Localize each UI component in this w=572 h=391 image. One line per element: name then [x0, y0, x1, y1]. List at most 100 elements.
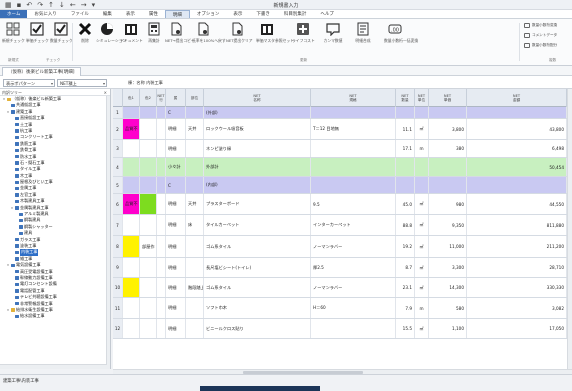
cell-c1[interactable] — [123, 236, 140, 257]
menu-item[interactable]: 下書き — [249, 10, 277, 18]
menu-item[interactable]: ファイル — [64, 10, 96, 18]
cell-c1[interactable] — [123, 177, 140, 193]
cell-c1[interactable]: 品質不 — [123, 119, 140, 139]
cell-c2[interactable] — [140, 258, 157, 277]
cell-no[interactable]: 8 — [113, 236, 123, 257]
cell-qty[interactable]: 8.7 — [396, 258, 415, 277]
column-header-unit[interactable]: NET 単位 — [415, 89, 429, 107]
expand-toggle-icon[interactable]: ▾ — [10, 205, 14, 211]
cell-qty[interactable]: 19.2 — [396, 236, 415, 257]
cell-ntype[interactable] — [157, 319, 166, 338]
cell-price[interactable]: 3,800 — [429, 119, 467, 139]
cell-price[interactable]: 3,300 — [429, 258, 467, 277]
cell-c1[interactable]: 品質不 — [123, 194, 140, 214]
cell-unit[interactable] — [415, 158, 429, 176]
menu-item[interactable]: 明細 — [164, 10, 190, 18]
cell-no[interactable]: 11 — [113, 298, 123, 318]
ribbon-button-copy[interactable]: NET→提出コピー — [165, 22, 195, 44]
cell-ntype[interactable] — [157, 278, 166, 297]
cell-c1[interactable] — [123, 140, 140, 157]
cell-name[interactable]: 長尺塩ビシート(トイレ) — [204, 258, 311, 277]
cell-c2[interactable] — [140, 177, 157, 193]
cell-spec[interactable]: T＝12 目地無 — [311, 119, 396, 139]
menu-item[interactable]: 表示 — [119, 10, 142, 18]
cell-name[interactable]: ロックウール吸音板 — [204, 119, 311, 139]
column-header-c1[interactable]: 色1 — [123, 89, 140, 107]
cell-amount[interactable]: 28,710 — [467, 258, 567, 277]
cell-no[interactable]: 4 — [113, 158, 123, 176]
cell-name[interactable]: ゴム系タイル — [204, 278, 311, 297]
ribbon-button-merge[interactable]: 明細合成 — [352, 22, 374, 44]
cell-c2[interactable] — [140, 278, 157, 297]
cell-c1[interactable] — [123, 298, 140, 318]
cell-ntype[interactable] — [157, 298, 166, 318]
cell-spec[interactable]: ノーマンラバー — [311, 236, 396, 257]
expand-toggle-icon[interactable]: ▾ — [6, 109, 10, 115]
cell-zoku[interactable]: C — [166, 107, 186, 118]
cell-price[interactable] — [429, 158, 467, 176]
cell-c1[interactable] — [123, 258, 140, 277]
cell-name[interactable]: タイルカーペット — [204, 215, 311, 235]
ribbon-button-lifecost[interactable]: ライフコスト — [292, 22, 315, 44]
cell-qty[interactable]: 15.5 — [396, 319, 415, 338]
ribbon-button-quantity-check[interactable]: 数量チェック — [50, 22, 73, 44]
cell-no[interactable]: 9 — [113, 258, 123, 277]
cell-unit[interactable]: ㎡ — [415, 194, 429, 214]
cell-no[interactable]: 7 — [113, 215, 123, 235]
expand-toggle-icon[interactable]: ▾ — [6, 262, 10, 268]
cell-amount[interactable]: 330,330 — [467, 278, 567, 297]
cell-qty[interactable]: 11.1 — [396, 119, 415, 139]
cell-no[interactable]: 5 — [113, 177, 123, 193]
display-pattern-select[interactable]: 表示ポパターン ▾ — [3, 79, 55, 87]
cell-spec[interactable] — [311, 177, 396, 193]
cell-no[interactable]: 12 — [113, 319, 123, 338]
cell-amount[interactable]: 50,454 — [467, 158, 567, 176]
ribbon-side-item[interactable]: 数量小数桁変換 — [524, 23, 572, 28]
menu-item[interactable]: オプション — [190, 10, 227, 18]
cell-name[interactable]: ソフト巾木 — [204, 298, 311, 318]
cell-qty[interactable]: 45.0 — [396, 194, 415, 214]
cell-bui[interactable]: 階段踏上 — [186, 278, 204, 297]
cell-unit[interactable]: ㎡ — [415, 236, 429, 257]
menu-item[interactable]: お気に入り — [27, 10, 64, 18]
cell-c2[interactable] — [140, 119, 157, 139]
ribbon-button-clear[interactable]: NET提出クリア — [226, 22, 253, 44]
cell-zoku[interactable]: C — [166, 177, 186, 193]
cell-name[interactable]: ネンピ塗り縁 — [204, 140, 311, 157]
ribbon-side-item[interactable]: コメントデータ — [524, 33, 572, 38]
cell-no[interactable]: 3 — [113, 140, 123, 157]
cell-unit[interactable] — [415, 177, 429, 193]
cell-name[interactable]: プラスターボード — [204, 194, 311, 214]
menu-item[interactable]: 編集 — [96, 10, 119, 18]
cell-ntype[interactable] — [157, 215, 166, 235]
cell-qty[interactable] — [396, 107, 415, 118]
cell-price[interactable]: 9,350 — [429, 215, 467, 235]
column-header-c2[interactable]: 色2 — [140, 89, 157, 107]
cell-price[interactable]: 14,300 — [429, 278, 467, 297]
cell-unit[interactable]: ㎡ — [415, 215, 429, 235]
cell-qty[interactable]: 7.9 — [396, 298, 415, 318]
cell-c2[interactable] — [140, 298, 157, 318]
ribbon-button-simulation[interactable]: シミュレーション — [96, 22, 126, 44]
cell-qty[interactable] — [396, 177, 415, 193]
cell-bui[interactable] — [186, 258, 204, 277]
ribbon-button-master[interactable]: 単価マスタ参照セット — [256, 22, 294, 44]
cell-c1[interactable] — [123, 107, 140, 118]
ribbon-button-delete[interactable]: 削除 — [74, 22, 96, 44]
cell-qty[interactable]: 23.1 — [396, 278, 415, 297]
cell-ntype[interactable] — [157, 236, 166, 257]
cell-zoku[interactable]: 明細 — [166, 194, 186, 214]
cell-bui[interactable]: 天井 — [186, 119, 204, 139]
cell-price[interactable]: 11,000 — [429, 236, 467, 257]
cell-name[interactable]: (外部) — [204, 107, 311, 118]
cell-spec[interactable] — [311, 107, 396, 118]
ribbon-button-recalc[interactable]: 再集計 — [143, 22, 165, 44]
cell-price[interactable] — [429, 177, 467, 193]
cell-bui[interactable] — [186, 319, 204, 338]
cell-spec[interactable]: 厚2.5 — [311, 258, 396, 277]
table-row[interactable]: 6 品質不 明細 天井 プラスターボード 9.5 45.0 ㎡ 980 44,550 — [113, 194, 572, 215]
ribbon-button-comma[interactable]: カンマ数値 — [322, 22, 344, 44]
column-header-amount[interactable]: NET 金額 — [467, 89, 567, 107]
cell-zoku[interactable]: 明細 — [166, 119, 186, 139]
menu-item[interactable]: 科目別集計 — [277, 10, 314, 18]
